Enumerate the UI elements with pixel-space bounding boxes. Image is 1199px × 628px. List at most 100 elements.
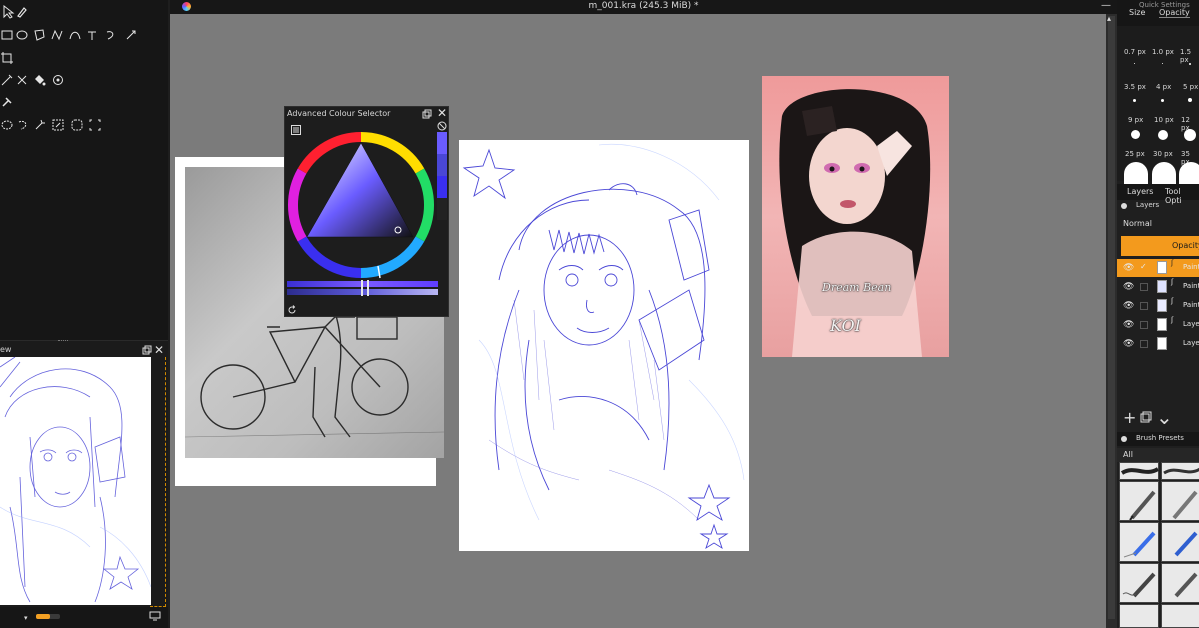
brush-preset[interactable]	[1161, 481, 1199, 521]
eye-icon[interactable]: 👁	[1123, 301, 1134, 311]
dynamic-brush-tool-icon[interactable]	[104, 28, 118, 42]
brush-tag-filter[interactable]: All	[1117, 448, 1199, 462]
layer-name: Paint	[1183, 263, 1199, 271]
add-layer-icon[interactable]: +	[1123, 408, 1136, 427]
magnetic-select-tool-icon[interactable]	[88, 118, 102, 132]
similar-select-tool-icon[interactable]	[51, 118, 65, 132]
reset-colour-icon[interactable]	[437, 121, 447, 131]
minimize-icon[interactable]: —	[1101, 0, 1111, 11]
smart-patch-tool-icon[interactable]	[0, 73, 14, 87]
contiguous-select-tool-icon[interactable]	[33, 118, 47, 132]
layer-row[interactable]: 👁 ✓ ʃ Paint	[1117, 259, 1199, 277]
close-docker-icon[interactable]: ✕	[154, 343, 164, 357]
sketch-canvas-main[interactable]	[459, 140, 749, 551]
layer-name: Layer	[1183, 320, 1199, 328]
brush-size-label[interactable]: 25 px	[1125, 150, 1145, 158]
crop-tool-icon[interactable]	[0, 51, 14, 65]
brush-preset[interactable]	[1161, 604, 1199, 628]
zoom-dropdown-icon[interactable]: ▾	[24, 614, 28, 622]
colour-slider-1[interactable]	[287, 280, 438, 288]
zoom-slider[interactable]	[36, 614, 60, 619]
brush-size-dot	[1161, 99, 1164, 102]
eye-icon[interactable]: 👁	[1123, 282, 1134, 292]
brush-preset[interactable]	[1119, 604, 1159, 628]
brush-size-label[interactable]: 0.7 px	[1124, 48, 1146, 56]
eye-icon[interactable]: 👁	[1123, 263, 1134, 273]
colour-slider-2-handle-2[interactable]	[367, 288, 369, 296]
brush-size-label[interactable]: 30 px	[1153, 150, 1173, 158]
close-docker-icon[interactable]: ✕	[437, 106, 447, 120]
checkbox[interactable]	[1140, 302, 1148, 310]
fill-tool-icon[interactable]	[32, 73, 46, 87]
brush-size-label[interactable]: 1.0 px	[1152, 48, 1174, 56]
color-picker-tool-icon[interactable]	[51, 73, 65, 87]
layer-name: Paint	[1183, 301, 1199, 309]
colour-slider-2-handle[interactable]	[361, 288, 363, 296]
checkmark-icon[interactable]: ✓	[1140, 262, 1147, 271]
checkbox[interactable]	[1140, 340, 1148, 348]
colour-slider-1-handle-2[interactable]	[367, 280, 369, 288]
brush-size-label[interactable]: 1.5 px	[1180, 48, 1199, 64]
freehand-select-tool-icon[interactable]	[16, 118, 30, 132]
tab-layers[interactable]: Layers	[1127, 187, 1153, 196]
tab-opacity[interactable]: Opacity	[1159, 8, 1190, 18]
docker-options-icon[interactable]	[1120, 435, 1128, 443]
layer-row[interactable]: 👁 ʃ Paint	[1117, 278, 1199, 296]
layer-row[interactable]: 👁 ʃ Paint	[1117, 297, 1199, 315]
select-shapes-tool-icon[interactable]	[2, 4, 16, 19]
rectangle-tool-icon[interactable]	[0, 28, 14, 42]
layer-row[interactable]: 👁 Layer	[1117, 335, 1199, 353]
ellipse-select-tool-icon[interactable]	[0, 118, 14, 132]
move-layer-down-icon[interactable]: ⌄	[1156, 405, 1173, 429]
tab-size[interactable]: Size	[1129, 8, 1145, 17]
brush-preset[interactable]	[1119, 563, 1159, 603]
float-docker-icon[interactable]	[422, 109, 432, 119]
docker-grip[interactable]	[58, 340, 68, 341]
brush-size-label[interactable]: 4 px	[1156, 83, 1171, 91]
brush-size-label[interactable]: 10 px	[1154, 116, 1174, 124]
ellipse-tool-icon[interactable]	[15, 28, 29, 42]
overview-preview[interactable]	[0, 357, 151, 605]
brush-size-label[interactable]: 3.5 px	[1124, 83, 1146, 91]
brush-size-label[interactable]: 9 px	[1128, 116, 1143, 124]
checkbox[interactable]	[1140, 321, 1148, 329]
freehand-path-tool-icon[interactable]	[86, 28, 100, 42]
monitor-icon[interactable]	[149, 611, 161, 621]
brush-preset[interactable]	[1119, 462, 1160, 480]
quick-settings-tabbar: Quick Settings Size Opacity	[1117, 0, 1199, 26]
colour-selector-title: Advanced Colour Selector	[287, 109, 391, 118]
brush-preset[interactable]	[1161, 462, 1199, 480]
checkbox[interactable]	[1140, 283, 1148, 291]
colour-wheel[interactable]	[285, 129, 437, 281]
scrollbar-thumb[interactable]	[1108, 16, 1115, 619]
polyline-tool-icon[interactable]	[50, 28, 64, 42]
eye-icon[interactable]: 👁	[1123, 320, 1134, 330]
brush-preset[interactable]	[1161, 522, 1199, 562]
colour-slider-2[interactable]	[287, 288, 438, 296]
opacity-slider[interactable]: Opacity	[1121, 236, 1199, 256]
brush-preset[interactable]	[1119, 522, 1159, 562]
layer-row[interactable]: 👁 ʃ Layer	[1117, 316, 1199, 334]
bezier-select-tool-icon[interactable]	[70, 118, 84, 132]
polygon-tool-icon[interactable]	[32, 28, 46, 42]
refresh-icon[interactable]	[287, 305, 297, 315]
blend-mode-select[interactable]: Normal	[1117, 216, 1199, 232]
docker-options-icon[interactable]	[1120, 202, 1128, 210]
multibrush-tool-icon[interactable]	[124, 28, 138, 42]
eye-icon[interactable]: 👁	[1123, 339, 1134, 349]
float-docker-icon[interactable]	[142, 345, 152, 355]
colorize-mask-tool-icon[interactable]	[15, 73, 29, 87]
duplicate-layer-icon[interactable]	[1140, 411, 1152, 423]
colour-slider-1-handle[interactable]	[361, 280, 363, 288]
reference-image-portrait[interactable]: Dream Bean KOI	[762, 76, 949, 357]
assistant-tool-icon[interactable]	[0, 95, 14, 109]
brush-preset[interactable]	[1119, 481, 1159, 521]
layer-thumbnail	[1157, 318, 1167, 331]
bezier-tool-icon[interactable]	[68, 28, 82, 42]
canvas-vertical-scrollbar[interactable]: ▴	[1106, 14, 1117, 628]
scroll-up-icon[interactable]: ▴	[1107, 14, 1111, 23]
edit-shapes-tool-icon[interactable]	[15, 5, 29, 19]
brush-preset[interactable]	[1161, 563, 1199, 603]
brush-size-label[interactable]: 5 px	[1183, 83, 1198, 91]
colour-history-bar[interactable]	[437, 132, 447, 220]
